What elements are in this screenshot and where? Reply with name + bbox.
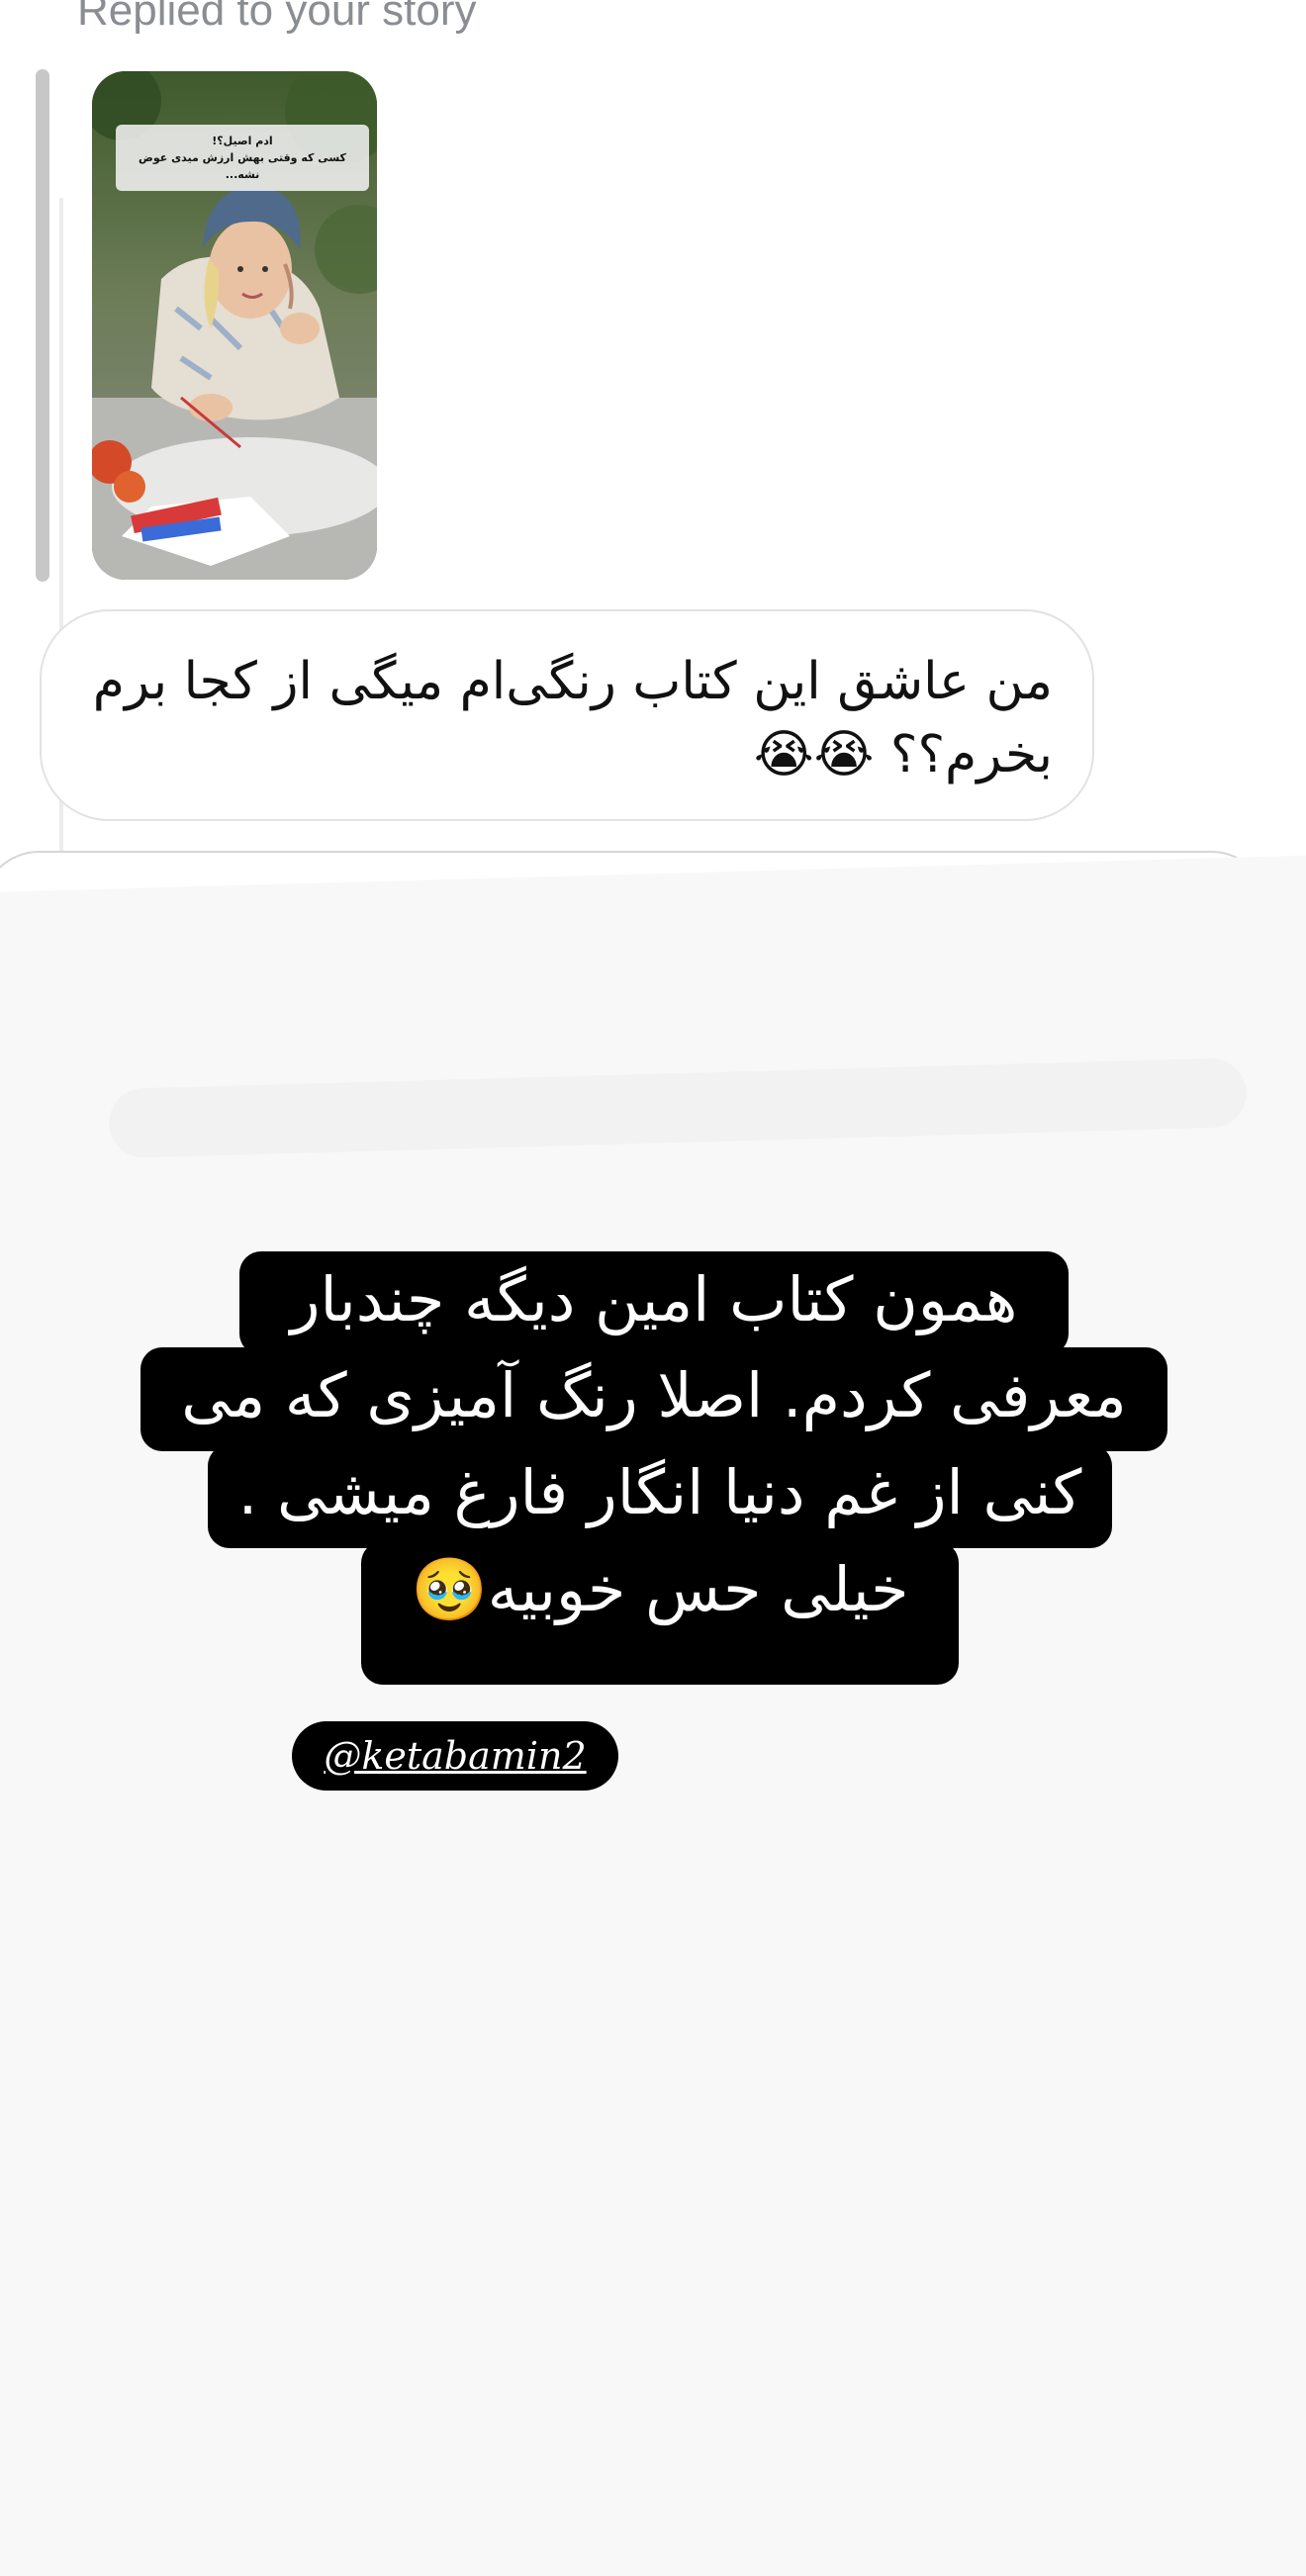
story-text-line-3: کنی از غم دنیا انگار فارغ میشی . <box>208 1444 1112 1548</box>
story-thumbnail[interactable]: ادم اصیل؟! کسی که وقتی بهش ارزش میدی عوض… <box>92 71 377 580</box>
received-message-bubble[interactable]: من عاشق این کتاب رنگی‌ام میگی از کجا برم… <box>40 609 1094 821</box>
story-text-line-4: خیلی حس خوبیه🥹 <box>361 1541 959 1685</box>
story-caption-line-1: ادم اصیل؟! <box>212 135 273 147</box>
reply-indicator-bar <box>36 69 49 582</box>
story-text-line-1: همون کتاب امین دیگه چندبار <box>239 1251 1069 1355</box>
replied-to-story-label: Replied to your story <box>77 0 477 35</box>
story-caption-line-2: کسی که وقتی بهش ارزش میدی عوض نشه... <box>139 151 346 181</box>
story-caption: ادم اصیل؟! کسی که وقتی بهش ارزش میدی عوض… <box>116 125 369 191</box>
story-text-line-2: معرفی کردم. اصلا رنگ آمیزی که می <box>140 1347 1167 1451</box>
message-text: من عاشق این کتاب رنگی‌ام میگی از کجا برم… <box>92 652 1053 784</box>
mention-sticker[interactable]: @ketabamin2 <box>292 1721 618 1791</box>
